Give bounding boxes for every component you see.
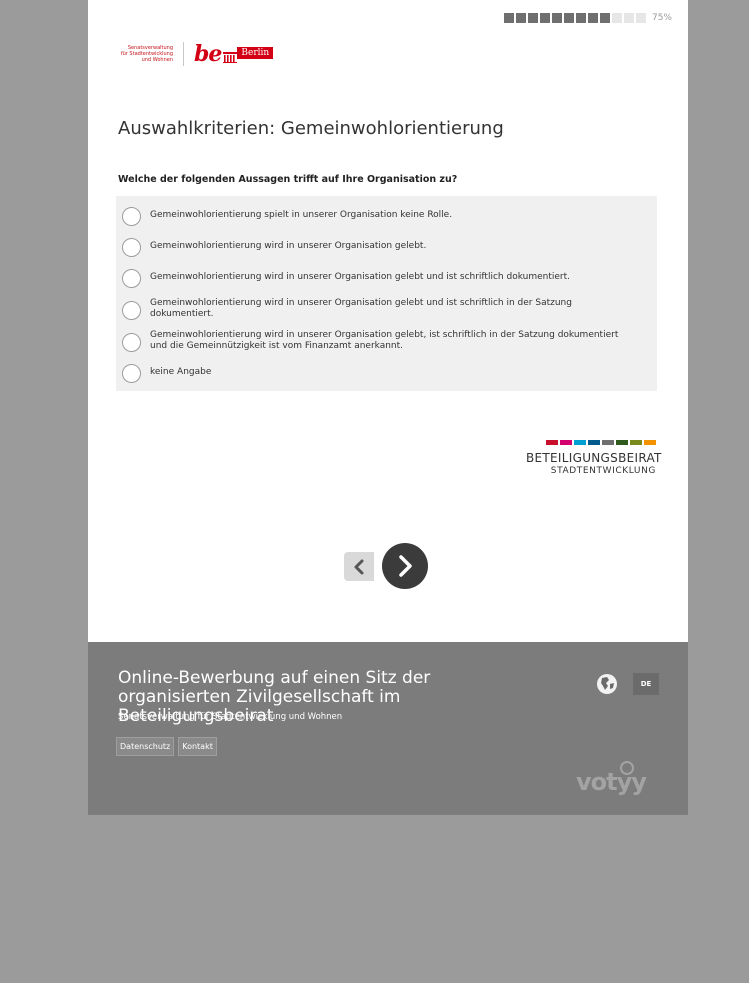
progress-text: 75% xyxy=(651,13,672,23)
answer-option-4[interactable]: Gemeinwohlorientierung wird in unserer O… xyxy=(116,293,657,325)
next-button[interactable] xyxy=(382,543,428,589)
beirat-color-bar xyxy=(546,440,558,445)
previous-button[interactable] xyxy=(344,552,374,581)
progress-indicator: 75% xyxy=(503,13,672,23)
beirat-color-bar xyxy=(588,440,600,445)
answer-option-label: Gemeinwohlorientierung wird in unserer O… xyxy=(150,241,427,251)
survey-card: 75% Senatsverwaltung für Stadtentwicklun… xyxy=(88,0,688,642)
radio-button[interactable] xyxy=(122,332,141,352)
footer-subtitle: Senatsverwaltung für Stadtentwicklung un… xyxy=(118,712,343,722)
answer-option-label: Gemeinwohlorientierung wird in unserer O… xyxy=(150,330,619,351)
datenschutz-link[interactable]: Datenschutz xyxy=(116,737,175,756)
beirat-color-bar xyxy=(616,440,628,445)
progress-segment xyxy=(611,13,622,23)
answer-option-5[interactable]: Gemeinwohlorientierung wird in unserer O… xyxy=(116,325,657,357)
beirat-color-bar xyxy=(574,440,586,445)
senat-logo-text: Senatsverwaltung für Stadtentwicklung un… xyxy=(120,45,173,63)
beirat-color-bar xyxy=(630,440,642,445)
beirat-color-bar xyxy=(602,440,614,445)
footer: Online-Bewerbung auf einen Sitz der orga… xyxy=(88,642,688,815)
answer-option-1[interactable]: Gemeinwohlorientierung spielt in unserer… xyxy=(116,200,657,231)
radio-button[interactable] xyxy=(122,207,141,226)
beirat-title: BETEILIGUNGSBEIRAT xyxy=(526,451,662,465)
brandenburg-gate-icon xyxy=(223,51,238,63)
progress-segment xyxy=(539,13,550,23)
radio-button[interactable] xyxy=(122,238,141,257)
answer-option-label: Gemeinwohlorientierung wird in unserer O… xyxy=(150,272,570,282)
chevron-left-icon xyxy=(354,559,364,574)
progress-segment xyxy=(527,13,538,23)
answer-option-label: Gemeinwohlorientierung wird in unserer O… xyxy=(150,298,572,319)
answer-option-label: Gemeinwohlorientierung spielt in unserer… xyxy=(150,210,453,220)
radio-button[interactable] xyxy=(122,269,141,288)
progress-segment xyxy=(575,13,586,23)
question-label: Welche der folgenden Aussagen trifft auf… xyxy=(118,174,458,185)
kontakt-link[interactable]: Kontakt xyxy=(178,737,217,756)
answer-option-6[interactable]: keine Angabe xyxy=(116,357,657,388)
senat-berlin-logo: Senatsverwaltung für Stadtentwicklung un… xyxy=(117,41,274,67)
beirat-color-bars xyxy=(526,440,656,445)
answer-option-2[interactable]: Gemeinwohlorientierung wird in unserer O… xyxy=(116,231,657,262)
progress-segment xyxy=(635,13,646,23)
votyy-logo-ring xyxy=(620,761,634,775)
footer-links: Datenschutz Kontakt xyxy=(116,737,221,756)
progress-bar xyxy=(503,13,648,23)
beirat-color-bar xyxy=(560,440,572,445)
answer-options: Gemeinwohlorientierung spielt in unserer… xyxy=(116,196,657,391)
progress-segment xyxy=(623,13,634,23)
berlin-logo-text: Berlin xyxy=(237,47,274,59)
page-edge xyxy=(749,0,756,983)
radio-button[interactable] xyxy=(122,300,141,320)
chevron-right-icon xyxy=(399,555,412,577)
radio-button[interactable] xyxy=(122,364,141,383)
answer-option-3[interactable]: Gemeinwohlorientierung wird in unserer O… xyxy=(116,262,657,293)
progress-segment xyxy=(515,13,526,23)
progress-segment xyxy=(551,13,562,23)
progress-segment xyxy=(599,13,610,23)
answer-option-label: keine Angabe xyxy=(150,367,212,377)
progress-segment xyxy=(587,13,598,23)
page-title: Auswahlkriterien: Gemeinwohlorientierung xyxy=(118,118,504,139)
language-switch[interactable]: DE xyxy=(633,673,659,695)
votyy-logo: votyy xyxy=(576,768,647,796)
progress-segment xyxy=(563,13,574,23)
beirat-color-bar xyxy=(644,440,656,445)
be-logo-text: be xyxy=(194,41,222,67)
beirat-subtitle: STADTENTWICKLUNG xyxy=(550,466,656,476)
progress-segment xyxy=(503,13,514,23)
globe-icon[interactable] xyxy=(596,673,618,695)
logo-divider xyxy=(183,42,184,66)
beteiligungsbeirat-logo: BETEILIGUNGSBEIRAT STADTENTWICKLUNG xyxy=(526,440,662,476)
